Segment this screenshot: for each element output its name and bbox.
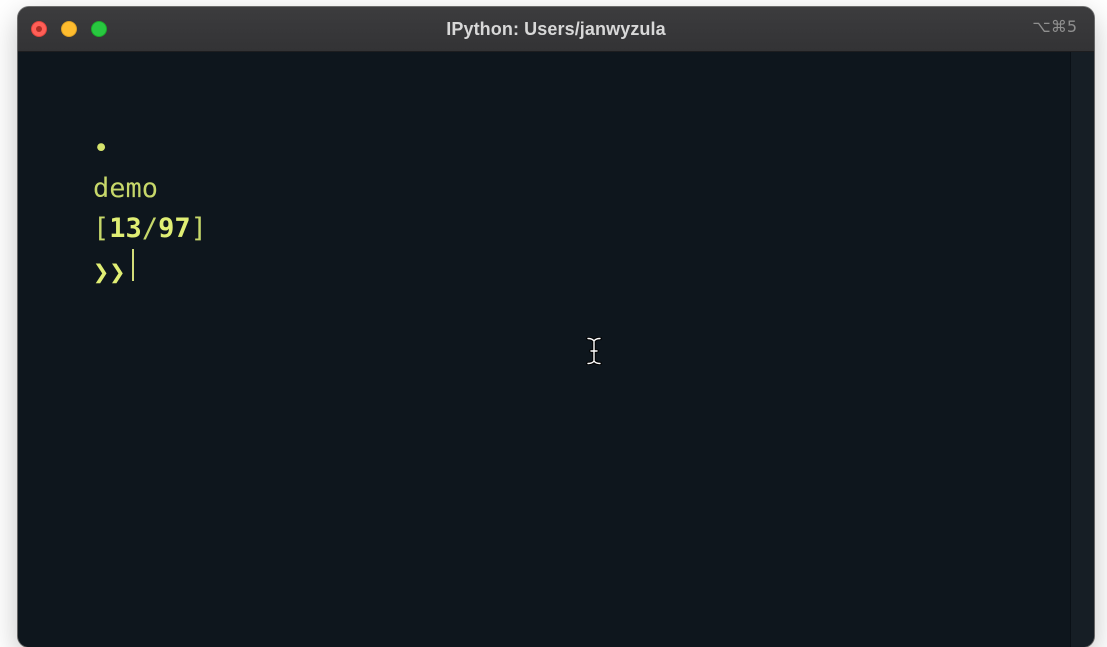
text-cursor: [131, 249, 134, 281]
prompt-arrows: ❯❯: [93, 257, 126, 288]
prompt-counter-current: 13: [109, 213, 142, 244]
prompt-separator: /: [141, 213, 159, 244]
scrollbar[interactable]: [1070, 52, 1094, 647]
terminal-window: IPython: Users/janwyzula ⌥⌘5 • demo [13/…: [18, 7, 1094, 647]
title-bar[interactable]: IPython: Users/janwyzula ⌥⌘5: [18, 7, 1094, 52]
prompt-env-name: demo: [93, 173, 159, 204]
prompt-counter-total: 97: [158, 213, 191, 244]
prompt-bullet: •: [93, 133, 110, 164]
window-shortcut: ⌥⌘5: [1032, 17, 1077, 36]
terminal-content[interactable]: [18, 52, 1071, 647]
prompt-line[interactable]: • demo [13/97] ❯❯: [28, 89, 207, 288]
ibeam-cursor-icon: [586, 337, 602, 365]
prompt-bracket-close: ]: [190, 213, 207, 244]
window-title: IPython: Users/janwyzula: [446, 19, 666, 39]
prompt-bracket-open: [: [93, 213, 110, 244]
